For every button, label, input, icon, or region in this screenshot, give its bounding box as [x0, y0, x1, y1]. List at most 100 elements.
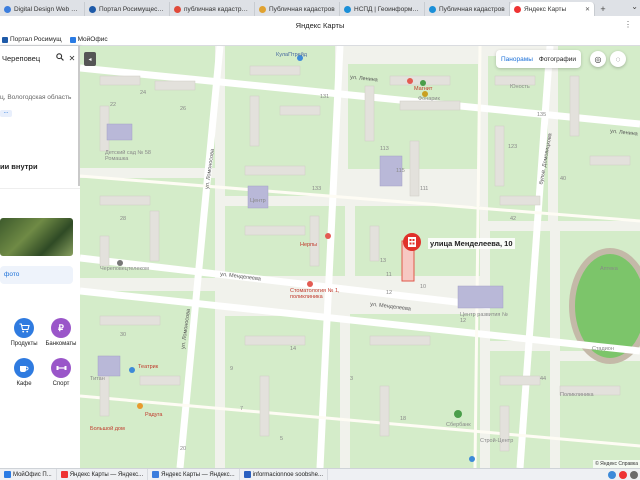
category-products[interactable]: Продукты: [7, 318, 41, 347]
map-pin-icon: [403, 233, 421, 251]
browser-menu-icon[interactable]: ⋮: [624, 20, 632, 29]
tray-icon[interactable]: [630, 470, 638, 479]
tray-icon[interactable]: [608, 470, 616, 479]
selected-place-label[interactable]: улица Менделеева, 10: [428, 238, 515, 249]
taskbar-label: Яндекс Карты — Яндекс...: [161, 471, 235, 478]
search-box[interactable]: Череповец ✕: [0, 50, 78, 66]
app-icon: [152, 471, 160, 478]
house-number: 13: [380, 258, 387, 264]
category-sport[interactable]: Спорт: [44, 358, 78, 387]
house-number: 131: [320, 94, 330, 100]
layers-icon[interactable]: ◎: [590, 51, 606, 67]
poi-label: Стадион: [592, 346, 614, 352]
window-title-bar: Яндекс Карты ⋮: [0, 16, 640, 34]
map-canvas[interactable]: ◂ Панорамы Фотографии ◎ ◌ улица Менделее…: [80, 46, 640, 468]
os-taskbar: МойОфис П... Яндекс Карты — Яндекс... Ян…: [0, 468, 640, 480]
window-menu-icon[interactable]: ⌄: [631, 2, 638, 11]
tab-label: НСПД | Геоинформаци: [354, 5, 420, 13]
more-button[interactable]: ...: [0, 109, 12, 117]
place-photo[interactable]: [0, 218, 73, 256]
taskbar-item-yandex-2[interactable]: Яндекс Карты — Яндекс...: [148, 468, 240, 480]
category-cafe[interactable]: Кафе: [7, 358, 41, 387]
tray-icon[interactable]: [619, 470, 627, 479]
house-number: 42: [510, 216, 517, 222]
taskbar-item-document[interactable]: informacionnoe soobshe...: [240, 468, 328, 480]
house-number: 44: [540, 376, 547, 382]
taskbar-item-yandex-1[interactable]: Яндекс Карты — Яндекс...: [57, 468, 149, 480]
new-tab-icon[interactable]: +: [595, 2, 611, 16]
house-number: 133: [312, 186, 322, 192]
map-layer-tabs: Панорамы Фотографии: [496, 50, 582, 68]
tab-cadastral-1[interactable]: публичная кадастрово: [170, 2, 255, 16]
house-number: 30: [120, 332, 127, 338]
close-icon[interactable]: ✕: [66, 54, 78, 63]
tab-cadastral-3[interactable]: Публичная кадастров: [425, 2, 510, 16]
tab-rosimushchestvo[interactable]: Портал Росимущества: [85, 2, 170, 16]
bookmark-favicon-icon: [69, 36, 76, 43]
browser-tab-strip: Digital Design Web Clie Портал Росимущес…: [0, 0, 640, 16]
bookmark-moyofis[interactable]: МойОфис: [69, 36, 108, 43]
ruble-icon: ₽: [51, 318, 71, 338]
tab-panoramas[interactable]: Панорамы: [501, 56, 533, 63]
search-icon[interactable]: [54, 53, 66, 63]
house-number: 135: [537, 112, 547, 118]
tab-favicon-icon: [344, 5, 351, 13]
search-panel: Череповец ✕ ц, Вологодская область ... и…: [0, 46, 80, 468]
taskbar-item-moyofis[interactable]: МойОфис П...: [0, 468, 57, 480]
search-input[interactable]: Череповец: [0, 54, 54, 63]
tab-label: Публичная кадастров: [269, 5, 335, 13]
tab-yandex-maps[interactable]: Яндекс Карты ✕: [510, 2, 595, 16]
house-number: 11: [386, 272, 392, 278]
bookmark-label: Портал Росимущ: [10, 36, 62, 43]
place-address: ц, Вологодская область: [0, 94, 72, 101]
poi-label: Поликлиника: [560, 392, 594, 398]
map-background: [80, 46, 640, 468]
house-number: 5: [280, 436, 284, 442]
category-atms[interactable]: ₽ Банкоматы: [44, 318, 78, 347]
house-number: 12: [386, 290, 393, 296]
house-number: 28: [120, 216, 127, 222]
house-number: 113: [380, 146, 389, 152]
house-number: 111: [420, 186, 429, 192]
poi-label: Детский сад № 58 Ромашка: [105, 150, 151, 162]
tab-cadastral-2[interactable]: Публичная кадастров: [255, 2, 340, 16]
poi-label: Череповецтелеком: [100, 266, 149, 272]
bookmark-rosimushchestvo[interactable]: Портал Росимущ: [2, 36, 62, 43]
house-number: 9: [230, 366, 234, 372]
house-number: 26: [180, 106, 187, 112]
poi-label: Сбербанк: [446, 422, 471, 428]
poi-label: КулаПтрейд: [276, 52, 307, 58]
tab-label: Портал Росимущества: [99, 5, 165, 13]
tab-favicon-icon: [4, 5, 11, 13]
bookmark-label: МойОфис: [77, 36, 108, 43]
category-label: Банкоматы: [45, 341, 77, 347]
app-icon: [243, 471, 251, 478]
tab-nspd[interactable]: НСПД | Геоинформаци: [340, 2, 425, 16]
category-label: Продукты: [10, 341, 38, 347]
tab-photos[interactable]: Фотографии: [539, 56, 576, 63]
house-number: 14: [290, 346, 297, 352]
tab-favicon-icon: [89, 5, 96, 13]
taskbar-label: informacionnoe soobshe...: [252, 471, 323, 478]
house-number: 40: [560, 176, 567, 182]
tab-favicon-icon: [429, 5, 436, 13]
poi-label: Магнит: [414, 86, 433, 92]
collapse-panel-button[interactable]: ◂: [84, 52, 96, 66]
poi-label: Большой дом: [90, 426, 125, 432]
tab-label: Digital Design Web Clie: [14, 5, 80, 13]
house-number: 24: [140, 90, 147, 96]
poi-label: Нерпы: [300, 242, 318, 248]
house-number: 20: [180, 446, 187, 452]
bookmarks-bar: Портал Росимущ МойОфис: [0, 34, 640, 46]
house-number: 10: [420, 284, 427, 290]
taskbar-label: МойОфис П...: [13, 471, 52, 478]
taskbar-label: Яндекс Карты — Яндекс...: [69, 471, 144, 478]
app-icon: [60, 471, 68, 478]
app-icon: [4, 471, 11, 478]
house-number: 18: [400, 416, 407, 422]
map-copyright[interactable]: © Яндекс Справка: [593, 460, 640, 468]
user-icon[interactable]: ◌: [610, 51, 626, 67]
photo-button[interactable]: фото: [0, 266, 73, 284]
close-tab-icon[interactable]: ✕: [585, 6, 590, 13]
tab-digital-design[interactable]: Digital Design Web Clie: [0, 2, 85, 16]
